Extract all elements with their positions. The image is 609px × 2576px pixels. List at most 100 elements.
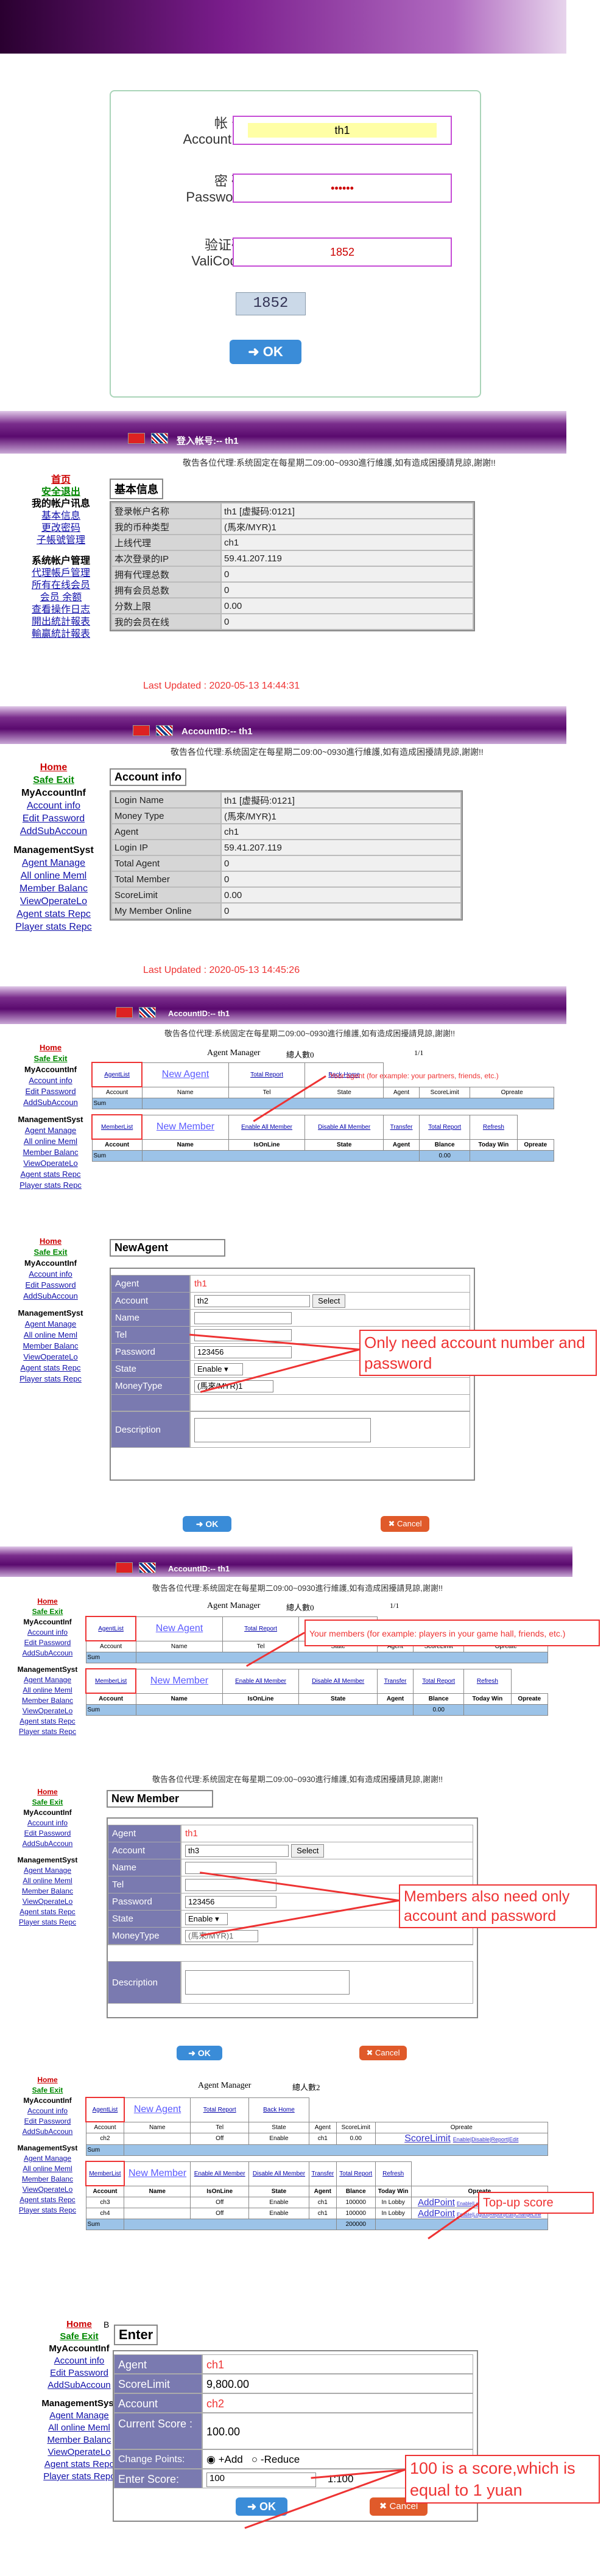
- sidebar-item[interactable]: Account info: [5, 1818, 90, 1828]
- sidebar-item[interactable]: 子帳號管理: [9, 535, 113, 547]
- sidebar-exit[interactable]: Safe Exit: [5, 2085, 90, 2096]
- sidebar-exit[interactable]: Safe Exit: [5, 774, 102, 787]
- sidebar-item[interactable]: ViewOperateLo: [5, 1706, 90, 1716]
- sidebar-item[interactable]: AddSubAccoun: [5, 1291, 96, 1302]
- captcha-image[interactable]: 1852: [236, 292, 306, 315]
- account-input[interactable]: th2: [194, 1295, 310, 1308]
- sidebar-item[interactable]: Agent stats Repc: [5, 1907, 90, 1917]
- sidebar-item[interactable]: AddSubAccoun: [5, 825, 102, 838]
- addpoint-link[interactable]: AddPoint: [418, 2208, 455, 2219]
- state-select[interactable]: Enable ▾: [194, 1363, 243, 1376]
- sidebar-item[interactable]: ViewOperateLo: [5, 1897, 90, 1907]
- sidebar-item[interactable]: Player stats Repc: [5, 2205, 90, 2216]
- add-radio[interactable]: ◉ +Add: [206, 2454, 243, 2465]
- sidebar-item[interactable]: ViewOperateLo: [5, 895, 102, 908]
- total-report-button[interactable]: Total Report: [419, 1114, 471, 1140]
- sidebar-item[interactable]: 代理帳戶管理: [9, 567, 113, 580]
- china-flag-icon[interactable]: [116, 1007, 133, 1018]
- sidebar-item[interactable]: 開出統計報表: [9, 616, 113, 628]
- password-input[interactable]: 123456: [185, 1896, 276, 1909]
- sidebar-item[interactable]: 所有在线会员: [9, 580, 113, 592]
- state-select[interactable]: Enable ▾: [185, 1913, 228, 1926]
- scorelimit-link[interactable]: ScoreLimit: [404, 2133, 451, 2144]
- reduce-radio[interactable]: ○ -Reduce: [252, 2454, 300, 2465]
- sidebar-exit[interactable]: Safe Exit: [5, 1797, 90, 1808]
- sidebar-item[interactable]: Member Balanc: [5, 1147, 96, 1158]
- account-input[interactable]: th3: [185, 1845, 289, 1858]
- sidebar-item[interactable]: Edit Password: [5, 1638, 90, 1648]
- sidebar-item[interactable]: Member Balanc: [5, 2174, 90, 2185]
- new-member-button[interactable]: New Member: [135, 1668, 223, 1694]
- description-input[interactable]: [194, 1418, 371, 1442]
- total-report-button[interactable]: Total Report: [190, 2097, 250, 2122]
- sidebar-item[interactable]: All online Meml: [5, 2164, 90, 2174]
- enable-all-button[interactable]: Enable All Member: [228, 1114, 306, 1140]
- sidebar-item[interactable]: 查看操作日志: [9, 604, 113, 616]
- refresh-button[interactable]: Refresh: [375, 2161, 412, 2186]
- sidebar-item[interactable]: Account info: [5, 799, 102, 812]
- agentlist-tab[interactable]: AgentList: [85, 1616, 137, 1641]
- transfer-button[interactable]: Transfer: [308, 2161, 337, 2186]
- name-input[interactable]: [194, 1312, 292, 1325]
- name-input[interactable]: [185, 1862, 276, 1875]
- sidebar-item[interactable]: All online Meml: [5, 1876, 90, 1886]
- enable-all-button[interactable]: Enable All Member: [222, 1668, 300, 1694]
- sidebar-item[interactable]: Edit Password: [5, 1280, 96, 1291]
- sidebar-item[interactable]: AddSubAccoun: [5, 2127, 90, 2137]
- uk-flag-icon[interactable]: [139, 1007, 156, 1018]
- sidebar-item[interactable]: Agent stats Repc: [5, 1716, 90, 1727]
- sidebar-item[interactable]: Edit Password: [5, 812, 102, 825]
- china-flag-icon[interactable]: [128, 433, 145, 444]
- sidebar-item[interactable]: All online Meml: [5, 1136, 96, 1147]
- password-input[interactable]: ••••••: [233, 174, 452, 203]
- transfer-button[interactable]: Transfer: [382, 1114, 420, 1140]
- agent-ops-links[interactable]: Enable|Disable|Report|Edit: [453, 2136, 519, 2143]
- sidebar-exit[interactable]: Safe Exit: [5, 1053, 96, 1064]
- sidebar-item[interactable]: Edit Password: [5, 1828, 90, 1839]
- total-report-button[interactable]: Total Report: [413, 1668, 465, 1694]
- password-input[interactable]: 123456: [194, 1346, 292, 1359]
- new-agent-button[interactable]: New Agent: [135, 1616, 223, 1641]
- uk-flag-icon[interactable]: [151, 433, 168, 444]
- refresh-button[interactable]: Refresh: [463, 1668, 512, 1694]
- enter-ok-button[interactable]: ➜ OK: [236, 2497, 287, 2516]
- refresh-button[interactable]: Refresh: [470, 1114, 518, 1140]
- enter-score-input[interactable]: 100: [206, 2472, 316, 2487]
- new-agent-cancel-button[interactable]: ✖ Cancel: [381, 1516, 429, 1532]
- transfer-button[interactable]: Transfer: [376, 1668, 414, 1694]
- uk-flag-icon[interactable]: [139, 1562, 156, 1573]
- memberlist-tab[interactable]: MemberList: [91, 1114, 143, 1140]
- account-input[interactable]: th1: [233, 116, 452, 145]
- sidebar-item[interactable]: Account info: [5, 1269, 96, 1280]
- valicode-input[interactable]: 1852: [233, 237, 452, 267]
- addpoint-link[interactable]: AddPoint: [418, 2197, 455, 2208]
- total-report-button[interactable]: Total Report: [228, 1062, 306, 1087]
- sidebar-item[interactable]: Account info: [5, 1627, 90, 1638]
- sidebar-item[interactable]: ViewOperateLo: [5, 2185, 90, 2195]
- sidebar-home[interactable]: 首页: [9, 474, 113, 487]
- new-agent-button[interactable]: New Agent: [141, 1062, 229, 1087]
- china-flag-icon[interactable]: [116, 1562, 133, 1573]
- new-member-button[interactable]: New Member: [141, 1114, 229, 1140]
- disable-all-button[interactable]: Disable All Member: [248, 2161, 309, 2186]
- sidebar-item[interactable]: AddSubAccoun: [5, 1839, 90, 1849]
- sidebar-item[interactable]: Player stats Repc: [5, 921, 102, 933]
- sidebar-exit[interactable]: Safe Exit: [30, 2331, 128, 2343]
- description-input[interactable]: [185, 1970, 350, 1995]
- sidebar-item[interactable]: AddSubAccoun: [5, 1097, 96, 1108]
- sidebar-exit[interactable]: 安全退出: [9, 487, 113, 498]
- new-member-cancel-button[interactable]: ✖ Cancel: [359, 2046, 407, 2060]
- sidebar-item[interactable]: ViewOperateLo: [5, 1352, 96, 1363]
- sidebar-item[interactable]: Agent stats Repc: [5, 1169, 96, 1180]
- enable-all-button[interactable]: Enable All Member: [190, 2161, 250, 2186]
- memberlist-tab[interactable]: MemberList: [85, 2161, 125, 2186]
- uk-flag-icon[interactable]: [156, 725, 173, 736]
- disable-all-button[interactable]: Disable All Member: [298, 1668, 378, 1694]
- sidebar-home[interactable]: Home: [5, 761, 102, 774]
- sidebar-item[interactable]: AddSubAccoun: [5, 1648, 90, 1658]
- new-agent-ok-button[interactable]: ➜ OK: [183, 1516, 231, 1532]
- sidebar-item[interactable]: Member Balanc: [5, 1341, 96, 1352]
- select-button[interactable]: Select: [312, 1294, 346, 1308]
- sidebar-home[interactable]: Home: [30, 2318, 128, 2331]
- sidebar-item[interactable]: Agent stats Repc: [5, 908, 102, 921]
